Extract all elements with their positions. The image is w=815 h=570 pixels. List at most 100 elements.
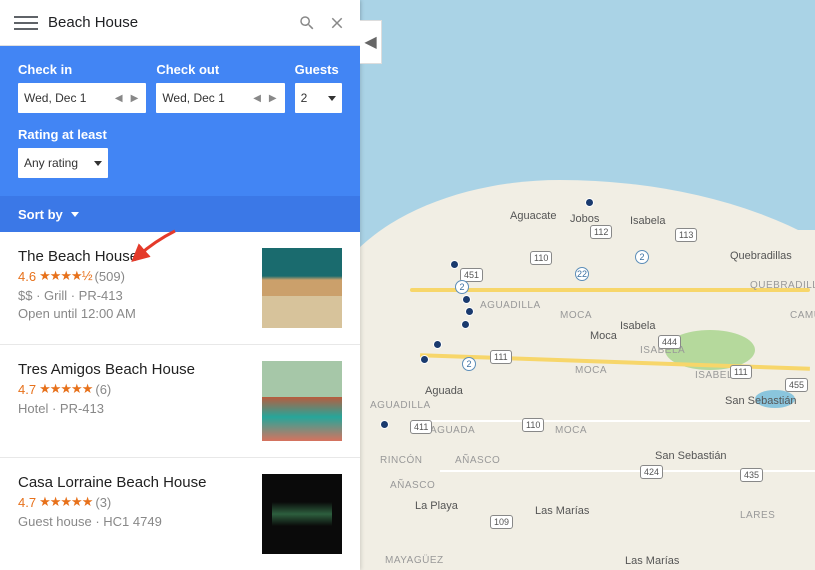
chevron-right-icon[interactable]: ▶ xyxy=(267,93,279,104)
route-shield: 2 xyxy=(635,250,649,264)
result-name: Casa Lorraine Beach House xyxy=(18,474,250,491)
side-panel: Check in Wed, Dec 1 ◀ ▶ Check out Wed, De… xyxy=(0,0,360,570)
map-place-label: Aguacate xyxy=(510,210,556,222)
result-thumbnail xyxy=(262,248,342,328)
chevron-down-icon xyxy=(94,161,102,166)
map-place-label: AGUADA xyxy=(430,425,475,436)
map-place-label: AGUADILLA xyxy=(480,300,541,311)
map-place-label: San Sebastián xyxy=(725,395,797,407)
chevron-down-icon xyxy=(71,212,79,217)
map-pin[interactable] xyxy=(420,355,429,364)
rating-number: 4.7 xyxy=(18,382,36,397)
route-shield: 455 xyxy=(785,378,808,392)
route-shield: 2 xyxy=(462,357,476,371)
map-pin[interactable] xyxy=(433,340,442,349)
map-pin[interactable] xyxy=(461,320,470,329)
booking-filters: Check in Wed, Dec 1 ◀ ▶ Check out Wed, De… xyxy=(0,46,360,196)
rating-stars-icon: ★★★★★ xyxy=(39,381,92,397)
route-shield: 435 xyxy=(740,468,763,482)
open-hours: Open until 12:00 AM xyxy=(18,305,250,323)
map-canvas[interactable]: Aguacate Jobos Isabela Quebradillas CAMUY QUE… xyxy=(360,0,815,570)
map-pin[interactable] xyxy=(450,260,459,269)
map-place-label: San Sebastián xyxy=(655,450,727,462)
route-shield: 110 xyxy=(522,418,544,432)
close-icon[interactable] xyxy=(322,8,352,38)
map-place-label: MOCA xyxy=(575,365,607,376)
checkout-picker[interactable]: Wed, Dec 1 ◀ ▶ xyxy=(156,83,284,113)
route-shield: 22 xyxy=(575,267,589,281)
result-meta: Hotel · PR-413 xyxy=(18,400,250,418)
result-name: Tres Amigos Beach House xyxy=(18,361,250,378)
result-item[interactable]: Tres Amigos Beach House 4.7 ★★★★★ (6) Ho… xyxy=(0,345,360,458)
rating-picker[interactable]: Any rating xyxy=(18,148,108,178)
route-shield: 113 xyxy=(675,228,697,242)
rating-value: Any rating xyxy=(24,156,78,170)
result-item[interactable]: Casa Lorraine Beach House 4.7 ★★★★★ (3) … xyxy=(0,458,360,570)
chevron-right-icon[interactable]: ▶ xyxy=(129,93,141,104)
map-place-label: Moca xyxy=(590,330,617,342)
map-place-label: MOCA xyxy=(560,310,592,321)
guests-picker[interactable]: 2 xyxy=(295,83,342,113)
route-shield: 110 xyxy=(530,251,552,265)
map-place-label: La Playa xyxy=(415,500,458,512)
map-pin[interactable] xyxy=(585,198,594,207)
checkout-value: Wed, Dec 1 xyxy=(162,91,224,105)
route-shield: 111 xyxy=(730,365,752,379)
checkin-picker[interactable]: Wed, Dec 1 ◀ ▶ xyxy=(18,83,146,113)
sort-label: Sort by xyxy=(18,207,63,222)
map-place-label: Isabela xyxy=(620,320,655,332)
map-place-label: AGUADILLA xyxy=(370,400,431,411)
search-input[interactable] xyxy=(48,14,292,31)
map-pin[interactable] xyxy=(380,420,389,429)
chevron-left-icon[interactable]: ◀ xyxy=(251,93,263,104)
map-place-label: Aguada xyxy=(425,385,463,397)
map-place-label: QUEBRADILLAS xyxy=(750,280,815,291)
route-shield: 109 xyxy=(490,515,513,529)
map-place-label: Jobos xyxy=(570,213,599,225)
checkin-value: Wed, Dec 1 xyxy=(24,91,86,105)
results-list[interactable]: The Beach House 4.6 ★★★★½ (509) $$ · Gri… xyxy=(0,232,360,570)
review-count: (6) xyxy=(95,382,111,397)
search-icon[interactable] xyxy=(292,8,322,38)
result-thumbnail xyxy=(262,474,342,554)
map-pin[interactable] xyxy=(462,295,471,304)
map-place-label: Las Marías xyxy=(625,555,679,567)
result-meta: $$ · Grill · PR-413 xyxy=(18,287,250,305)
guests-value: 2 xyxy=(301,91,308,105)
menu-icon[interactable] xyxy=(14,11,38,35)
rating-number: 4.6 xyxy=(18,269,36,284)
map-place-label: MOCA xyxy=(555,425,587,436)
route-shield: 112 xyxy=(590,225,612,239)
guests-label: Guests xyxy=(295,62,342,77)
map-place-label: AÑASCO xyxy=(390,480,435,491)
search-bar xyxy=(0,0,360,46)
review-count: (3) xyxy=(95,495,111,510)
map-place-label: MAYAGÜEZ xyxy=(385,555,444,566)
rating-stars-icon: ★★★★½ xyxy=(39,268,91,284)
route-shield: 111 xyxy=(490,350,512,364)
route-shield: 411 xyxy=(410,420,432,434)
review-count: (509) xyxy=(95,269,125,284)
route-shield: 2 xyxy=(455,280,469,294)
result-name: The Beach House xyxy=(18,248,250,265)
map-place-label: RINCÓN xyxy=(380,455,422,466)
chevron-left-icon[interactable]: ◀ xyxy=(113,93,125,104)
map-place-label: CAMUY xyxy=(790,310,815,321)
map-pin[interactable] xyxy=(465,307,474,316)
rating-label: Rating at least xyxy=(18,127,342,142)
map-place-label: AÑASCO xyxy=(455,455,500,466)
result-thumbnail xyxy=(262,361,342,441)
sort-dropdown[interactable]: Sort by xyxy=(0,196,360,232)
map-place-label: Las Marías xyxy=(535,505,589,517)
result-item[interactable]: The Beach House 4.6 ★★★★½ (509) $$ · Gri… xyxy=(0,232,360,345)
map-place-label: Quebradillas xyxy=(730,250,792,262)
route-shield: 444 xyxy=(658,335,681,349)
checkin-label: Check in xyxy=(18,62,146,77)
checkout-label: Check out xyxy=(156,62,284,77)
chevron-down-icon xyxy=(328,96,336,101)
rating-stars-icon: ★★★★★ xyxy=(39,494,92,510)
route-shield: 424 xyxy=(640,465,663,479)
result-meta: Guest house · HC1 4749 xyxy=(18,513,250,531)
map-place-label: LARES xyxy=(740,510,775,521)
collapse-panel-button[interactable]: ◀ xyxy=(360,20,382,64)
